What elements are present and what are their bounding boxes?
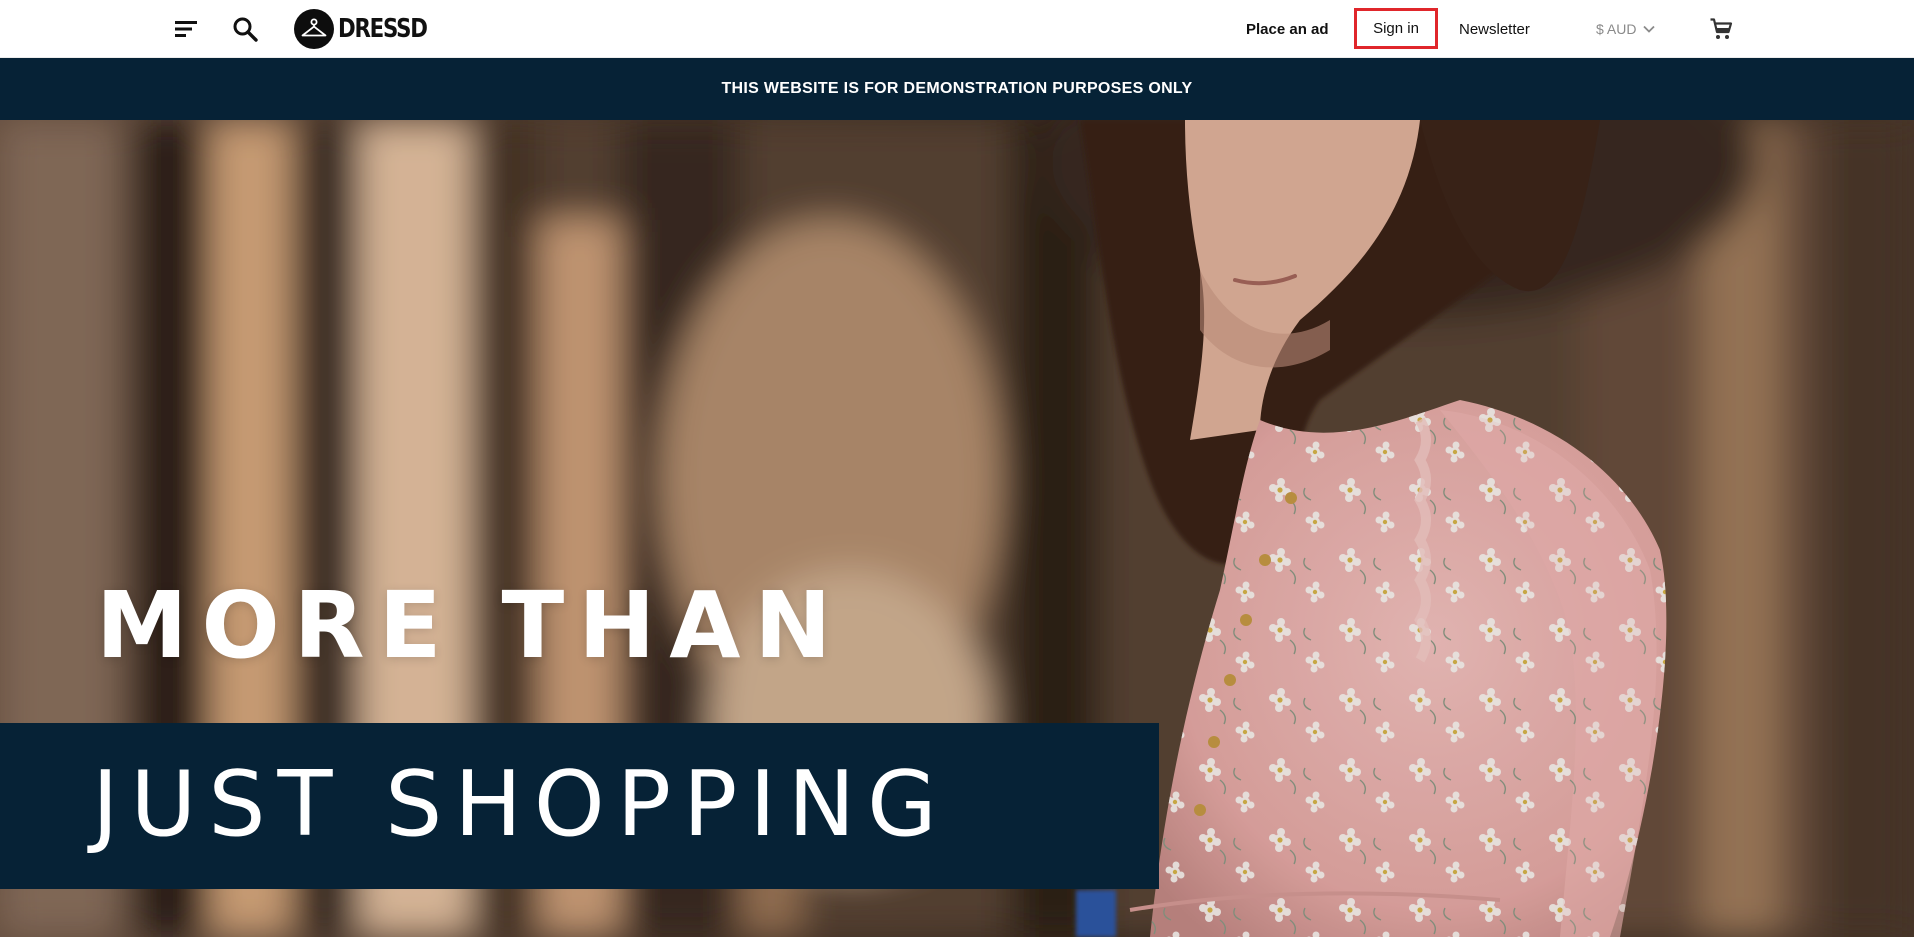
hero-section: MORE THAN JUST SHOPPING — [0, 120, 1914, 937]
currency-selector[interactable]: $ AUD — [1596, 0, 1656, 58]
menu-icon[interactable] — [172, 15, 200, 43]
currency-label: $ AUD — [1596, 21, 1637, 37]
demo-banner-text: THIS WEBSITE IS FOR DEMONSTRATION PURPOS… — [721, 80, 1193, 97]
chevron-down-icon — [1642, 24, 1656, 34]
hanger-icon — [294, 9, 334, 49]
hero-headline-line2: JUST SHOPPING — [92, 752, 949, 857]
search-icon[interactable] — [230, 14, 260, 44]
place-ad-link[interactable]: Place an ad — [1246, 0, 1329, 58]
demo-banner: THIS WEBSITE IS FOR DEMONSTRATION PURPOS… — [0, 58, 1914, 120]
newsletter-link[interactable]: Newsletter — [1459, 0, 1530, 58]
site-logo[interactable]: DRESSD — [294, 9, 446, 49]
top-navigation: DRESSD Place an ad Sign in Newsletter $ … — [0, 0, 1914, 58]
nav-right-group: Place an ad Sign in Newsletter $ AUD — [1230, 0, 1750, 58]
hero-headline-line1: MORE THAN — [96, 572, 846, 679]
logo-text: DRESSD — [338, 14, 428, 44]
cart-icon[interactable] — [1706, 0, 1736, 58]
nav-left-group: DRESSD — [172, 0, 446, 58]
sign-in-link[interactable]: Sign in — [1354, 8, 1438, 49]
